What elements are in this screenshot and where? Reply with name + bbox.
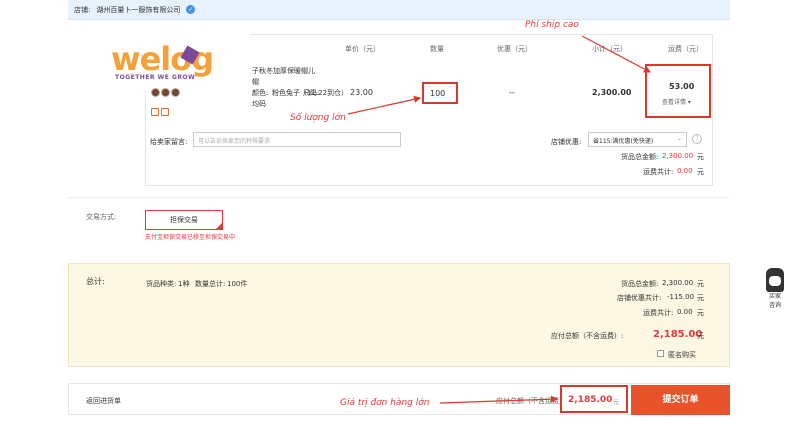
order-confirm-page: 店铺: 湖州百量卜一服饰有限公司 ✓ 单价（元） 数量 优惠（元） 小计（元） … xyxy=(0,0,800,423)
arrow-to-shipping xyxy=(581,35,652,73)
arrow-to-qty xyxy=(347,95,422,115)
annotation-arrows xyxy=(347,35,652,404)
arrow-to-total xyxy=(439,395,559,404)
